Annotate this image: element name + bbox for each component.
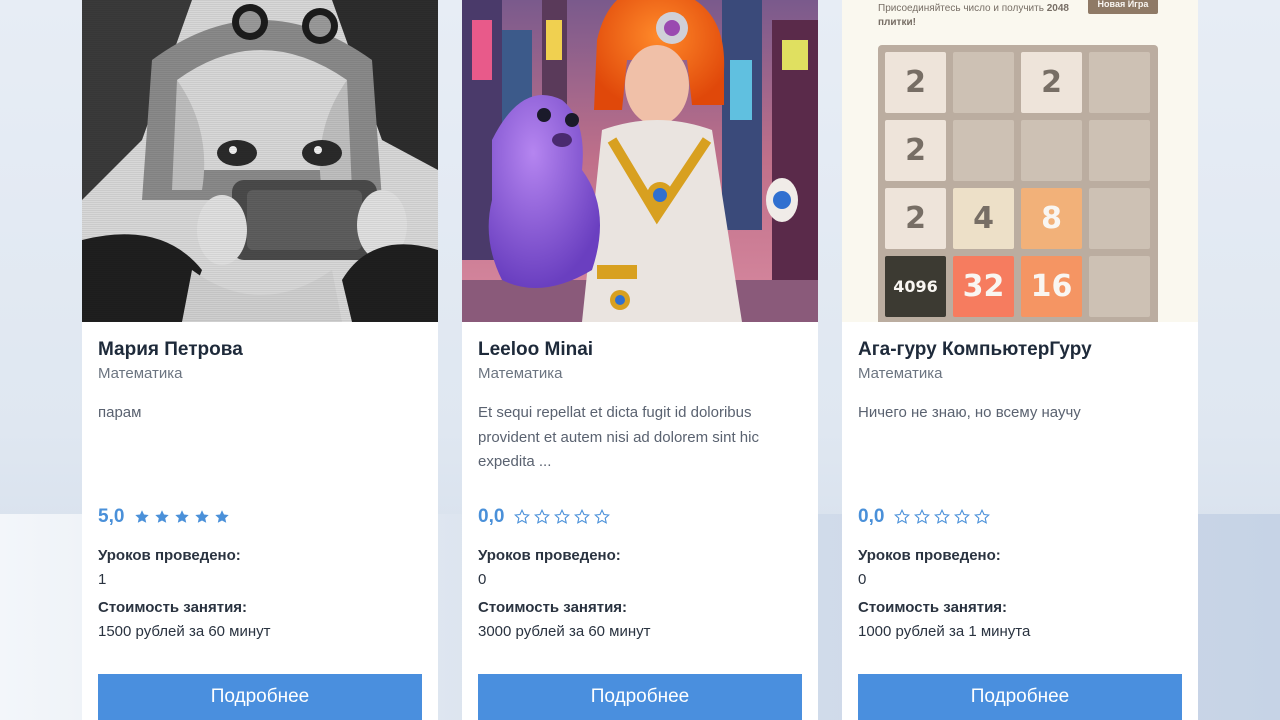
rating-row: 5,0	[98, 504, 422, 530]
lessons-label: Уроков проведено:	[98, 547, 241, 564]
tutor-description: Et sequi repellat et dicta fugit id dolo…	[478, 404, 759, 470]
lessons-count: 0	[478, 571, 487, 588]
details-button[interactable]: Подробнее	[478, 674, 802, 720]
star-filled-icon	[175, 510, 190, 523]
rating-row: 0,0	[858, 504, 1182, 530]
star-empty-icon	[574, 509, 591, 524]
game-tile: 2	[1021, 52, 1082, 113]
tutor-name[interactable]: Мария Петрова	[98, 338, 422, 362]
rating-value: 0,0	[478, 506, 505, 527]
game-tile	[1089, 188, 1150, 249]
star-empty-icon	[974, 509, 991, 524]
star-filled-icon	[135, 510, 150, 523]
orange-hair-woman-image	[462, 0, 818, 322]
game-intro: Присоединяйтесь число и получить 2048	[878, 3, 1069, 14]
details-button[interactable]: Подробнее	[98, 674, 422, 720]
game-tile	[1089, 256, 1150, 317]
price-label: Стоимость занятия:	[858, 599, 1008, 616]
tutor-name[interactable]: Ага-гуру КомпьютерГуру	[858, 338, 1182, 362]
details-button[interactable]: Подробнее	[858, 674, 1182, 720]
tutor-photo[interactable]: Присоединяйтесь число и получить 2048 пл…	[842, 0, 1198, 322]
star-filled-icon	[155, 510, 170, 523]
game-tile: 2	[885, 52, 946, 113]
star-empty-icon	[914, 509, 931, 524]
rating-value: 5,0	[98, 506, 125, 527]
price-label: Стоимость занятия:	[98, 599, 248, 616]
price-label: Стоимость занятия:	[478, 599, 628, 616]
star-empty-icon	[534, 509, 551, 524]
star-empty-icon	[514, 509, 531, 524]
new-game-button: Новая Игра	[1088, 0, 1158, 14]
game-tile	[1089, 120, 1150, 181]
game-tile: 4096	[885, 256, 946, 317]
game-tile: 2	[885, 120, 946, 181]
lessons-count: 0	[858, 571, 867, 588]
game-grid: 2 2 2 2 4 8 4096 32 16	[878, 45, 1158, 322]
star-empty-icon	[594, 509, 611, 524]
price-value: 3000 рублей за 60 минут	[478, 623, 651, 640]
tutor-photo[interactable]	[462, 0, 818, 322]
game-tile	[1021, 120, 1082, 181]
tutor-card: Присоединяйтесь число и получить 2048 пл…	[842, 0, 1198, 720]
tutor-card: Мария Петрова Математика парам 5,0 Уроко…	[82, 0, 438, 720]
tutor-subject: Математика	[98, 365, 183, 382]
star-empty-icon	[954, 509, 971, 524]
tutor-subject: Математика	[858, 365, 943, 382]
rating-stars	[894, 509, 991, 525]
star-empty-icon	[934, 509, 951, 524]
tutor-subject: Математика	[478, 365, 563, 382]
game-target: 2048	[1046, 3, 1069, 14]
anime-girl-image	[82, 0, 438, 322]
star-filled-icon	[215, 510, 230, 523]
tutor-description: Ничего не знаю, но всему научу	[858, 404, 1081, 421]
tutor-photo[interactable]	[82, 0, 438, 322]
game-tile: 32	[953, 256, 1014, 317]
tutor-description: парам	[98, 404, 142, 421]
rating-row: 0,0	[478, 504, 802, 530]
tutor-card: Leeloo Minai Математика Et sequi repella…	[462, 0, 818, 720]
star-empty-icon	[554, 509, 571, 524]
game-tile	[953, 120, 1014, 181]
tutor-name[interactable]: Leeloo Minai	[478, 338, 802, 362]
lessons-count: 1	[98, 571, 107, 588]
lessons-label: Уроков проведено:	[858, 547, 1001, 564]
tutor-cards-row: Мария Петрова Математика парам 5,0 Уроко…	[82, 0, 1198, 720]
game-intro-end: плитки!	[878, 17, 916, 28]
rating-stars	[514, 509, 611, 525]
star-empty-icon	[894, 509, 911, 524]
game-tile	[953, 52, 1014, 113]
game-tile: 4	[953, 188, 1014, 249]
game-tile	[1089, 52, 1150, 113]
game-2048-image: Присоединяйтесь число и получить 2048 пл…	[842, 0, 1198, 322]
rating-value: 0,0	[858, 506, 885, 527]
lessons-label: Уроков проведено:	[478, 547, 621, 564]
game-tile: 16	[1021, 256, 1082, 317]
game-tile: 8	[1021, 188, 1082, 249]
rating-stars	[134, 509, 230, 525]
game-tile: 2	[885, 188, 946, 249]
price-value: 1500 рублей за 60 минут	[98, 623, 271, 640]
price-value: 1000 рублей за 1 минута	[858, 623, 1031, 640]
star-filled-icon	[195, 510, 210, 523]
